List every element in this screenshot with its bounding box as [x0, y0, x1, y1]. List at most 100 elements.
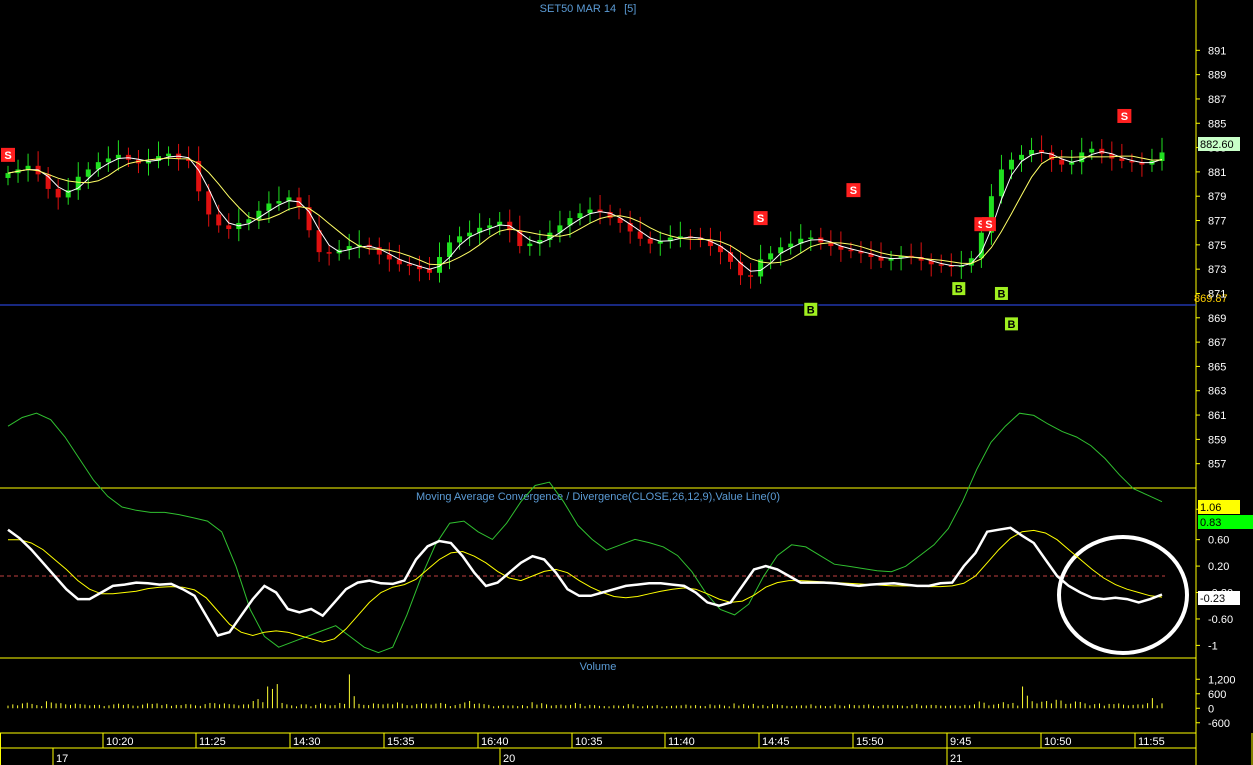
x-tick-label: 14:45	[762, 736, 790, 748]
candle-body	[527, 243, 533, 247]
signals-group: BBBBBBBSSSSSSSS	[1, 108, 1132, 332]
candle-body	[587, 209, 593, 214]
ma-fast-line	[7, 151, 1163, 272]
candle-body	[938, 264, 944, 266]
chart-canvas: SET50 MAR 14 [5] Moving Average Convergen…	[0, 0, 1253, 765]
volume-group	[7, 674, 1163, 709]
price-y-tick-label: 857	[1208, 459, 1226, 471]
price-y-tick-label: 891	[1208, 45, 1226, 57]
x-tick-label: 15:50	[856, 736, 884, 748]
candle-body	[316, 230, 322, 253]
candle-body	[1059, 159, 1065, 165]
macd-y-tick-label: 0.20	[1208, 561, 1229, 573]
buy-signal-label: B	[955, 284, 963, 296]
date-label: 17	[56, 753, 68, 765]
price-y-tick-label: 863	[1208, 386, 1226, 398]
moving-averages-group	[7, 151, 1163, 272]
candle-body	[105, 158, 111, 163]
price-y-tick-label: 861	[1208, 410, 1226, 422]
macd-y-tick-label: -1	[1208, 640, 1218, 652]
candle-body	[748, 275, 754, 277]
candle-body	[326, 252, 332, 254]
macd-signal-line	[8, 529, 1163, 643]
macd-tag-top-label: 1.06	[1200, 502, 1221, 514]
volume-y-tick-label: 0	[1208, 703, 1214, 715]
candle-body	[226, 225, 232, 230]
price-y-tick-label: 887	[1208, 94, 1226, 106]
buy-signal-label: B	[1008, 319, 1016, 331]
x-tick-label: 11:55	[1138, 736, 1165, 748]
sell-signal-label: S	[985, 219, 992, 231]
candle-body	[5, 173, 11, 178]
x-tick-label: 15:35	[387, 736, 415, 748]
volume-y-tick-label: 600	[1208, 689, 1226, 701]
price-y-tick-label: 881	[1208, 167, 1226, 179]
macd-title: Moving Average Convergence / Divergence(…	[416, 491, 780, 503]
highlight-circle	[1057, 535, 1189, 655]
candle-body	[1119, 158, 1125, 161]
x-tick-label: 11:40	[668, 736, 695, 748]
candle-body	[998, 169, 1004, 197]
sell-signal-label: S	[1121, 111, 1128, 123]
price-y-tick-label: 871	[1208, 288, 1226, 300]
ma-slow-line	[7, 155, 1163, 266]
volume-y-tick-label: -600	[1208, 718, 1230, 730]
sell-signal-label: S	[4, 150, 11, 162]
candle-body	[647, 238, 653, 244]
volume-y-tick-label: 1,200	[1208, 674, 1236, 686]
candle-body	[25, 165, 31, 170]
candle-body	[808, 237, 814, 240]
volume-title: Volume	[580, 661, 617, 673]
macd-main-line	[7, 526, 1163, 637]
price-y-tick-label: 875	[1208, 240, 1226, 252]
candle-body	[276, 201, 282, 204]
price-y-tick-label: 867	[1208, 337, 1226, 349]
buy-signal-label: B	[807, 304, 815, 316]
x-tick-label: 10:20	[106, 736, 134, 748]
current-price-label: 882.60	[1200, 139, 1234, 151]
price-title-suffix: [5]	[624, 3, 636, 15]
x-tick-label: 10:50	[1044, 736, 1072, 748]
price-chart-title: SET50 MAR 14 [5]	[540, 3, 637, 15]
price-title-main: SET50 MAR 14	[540, 3, 616, 15]
price-y-tick-label: 885	[1208, 118, 1226, 130]
macd-tag-last-label: -0.23	[1200, 593, 1225, 605]
oscillator-line	[7, 412, 1163, 654]
price-y-tick-label: 877	[1208, 216, 1226, 228]
buy-signal-label: B	[997, 288, 1005, 300]
x-tick-label: 10:35	[575, 736, 603, 748]
sell-signal-label: S	[850, 185, 857, 197]
date-label: 20	[503, 753, 515, 765]
price-y-tick-label: 865	[1208, 361, 1226, 373]
x-tick-label: 9:45	[950, 736, 971, 748]
candle-body	[768, 253, 774, 260]
candle-body	[848, 249, 854, 252]
price-y-tick-label: 889	[1208, 70, 1226, 82]
candle-body	[457, 236, 463, 243]
price-y-tick-label: 859	[1208, 434, 1226, 446]
oscillator-group	[7, 412, 1163, 654]
price-y-tick-label: 873	[1208, 264, 1226, 276]
macd-y-tick-label: -0.60	[1208, 614, 1233, 626]
candle-body	[85, 169, 91, 177]
chart-frame	[0, 0, 1253, 765]
x-tick-label: 11:25	[199, 736, 226, 748]
candle-body	[1019, 154, 1025, 160]
candle-body	[738, 261, 744, 276]
candle-body	[406, 264, 412, 266]
candle-body	[216, 214, 222, 226]
candle-body	[166, 153, 172, 157]
macd-tag-mid-label: 0.83	[1200, 517, 1221, 529]
x-tick-label: 14:30	[293, 736, 321, 748]
x-tick-label: 16:40	[481, 736, 509, 748]
candle-body	[577, 213, 583, 219]
date-label: 21	[950, 753, 962, 765]
macd-group	[7, 526, 1163, 643]
sell-signal-label: S	[757, 213, 764, 225]
x-axis-group: 10:20 11:25 14:30 15:35 16:40 10:35 11:40 14:45…	[52, 733, 1165, 765]
price-y-tick-label: 879	[1208, 191, 1226, 203]
price-y-tick-label: 869	[1208, 313, 1226, 325]
candle-body	[1008, 159, 1014, 170]
macd-y-tick-label: 0.60	[1208, 535, 1229, 547]
candle-body	[206, 191, 212, 215]
